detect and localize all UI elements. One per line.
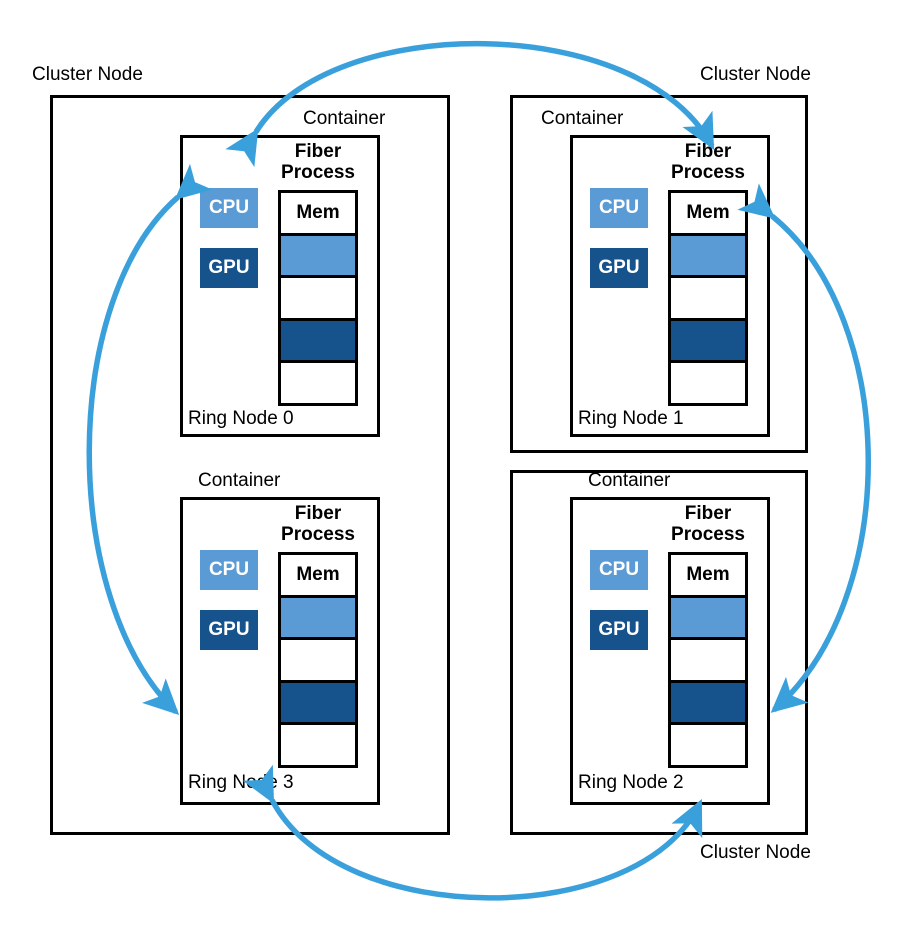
fiber-title-line1: Fiber [294,141,342,162]
memory-cell [281,363,355,403]
ring-node-3-label: Ring Node 3 [188,772,294,793]
ring-node-1-label: Ring Node 1 [578,408,684,429]
memory-cell [671,320,745,364]
fiber-title-line2: Process [281,162,355,183]
cpu-chip-ring-node-0: CPU [200,188,258,228]
memory-column-ring-node-2: Mem [668,552,748,768]
cpu-chip-ring-node-1: CPU [590,188,648,228]
memory-column-ring-node-1: Mem [668,190,748,406]
memory-cell: Mem [671,193,745,236]
cpu-chip-ring-node-2: CPU [590,550,648,590]
cluster-node-left-label: Cluster Node [32,64,143,85]
memory-cell [281,235,355,279]
cpu-chip-ring-node-3: CPU [200,550,258,590]
fiber-process-title-ring-node-2: Fiber Process [668,503,748,545]
memory-cell [671,682,745,726]
ring-node-2-label: Ring Node 2 [578,772,684,793]
fiber-title-line1: Fiber [684,141,732,162]
gpu-chip-ring-node-2: GPU [590,610,648,650]
diagram-canvas: Cluster Node Cluster Node Cluster Node C… [0,0,924,930]
fiber-title-line2: Process [671,162,745,183]
memory-cell [281,320,355,364]
fiber-title-line1: Fiber [684,503,732,524]
memory-cell [671,363,745,403]
memory-cell [281,682,355,726]
cluster-node-right-top-label: Cluster Node [700,64,811,85]
memory-cell: Mem [281,555,355,598]
gpu-chip-ring-node-1: GPU [590,248,648,288]
memory-column-ring-node-3: Mem [278,552,358,768]
container-label-ring-node-0: Container [303,108,386,129]
gpu-chip-ring-node-3: GPU [200,610,258,650]
container-label-ring-node-3: Container [198,470,281,491]
cluster-node-right-bottom-label: Cluster Node [700,842,811,863]
memory-cell [281,597,355,641]
memory-column-ring-node-0: Mem [278,190,358,406]
fiber-title-line2: Process [281,524,355,545]
fiber-process-title-ring-node-3: Fiber Process [278,503,358,545]
memory-cell: Mem [281,193,355,236]
memory-cell [671,597,745,641]
memory-cell [281,725,355,765]
gpu-chip-ring-node-0: GPU [200,248,258,288]
fiber-title-line1: Fiber [294,503,342,524]
memory-cell [671,725,745,765]
container-label-ring-node-1: Container [541,108,624,129]
ring-node-0-label: Ring Node 0 [188,408,294,429]
memory-cell [671,278,745,321]
memory-cell [281,278,355,321]
fiber-process-title-ring-node-0: Fiber Process [278,141,358,183]
fiber-title-line2: Process [671,524,745,545]
memory-cell [671,640,745,683]
memory-cell: Mem [671,555,745,598]
memory-cell [281,640,355,683]
memory-cell [671,235,745,279]
fiber-process-title-ring-node-1: Fiber Process [668,141,748,183]
container-label-ring-node-2: Container [588,470,671,491]
